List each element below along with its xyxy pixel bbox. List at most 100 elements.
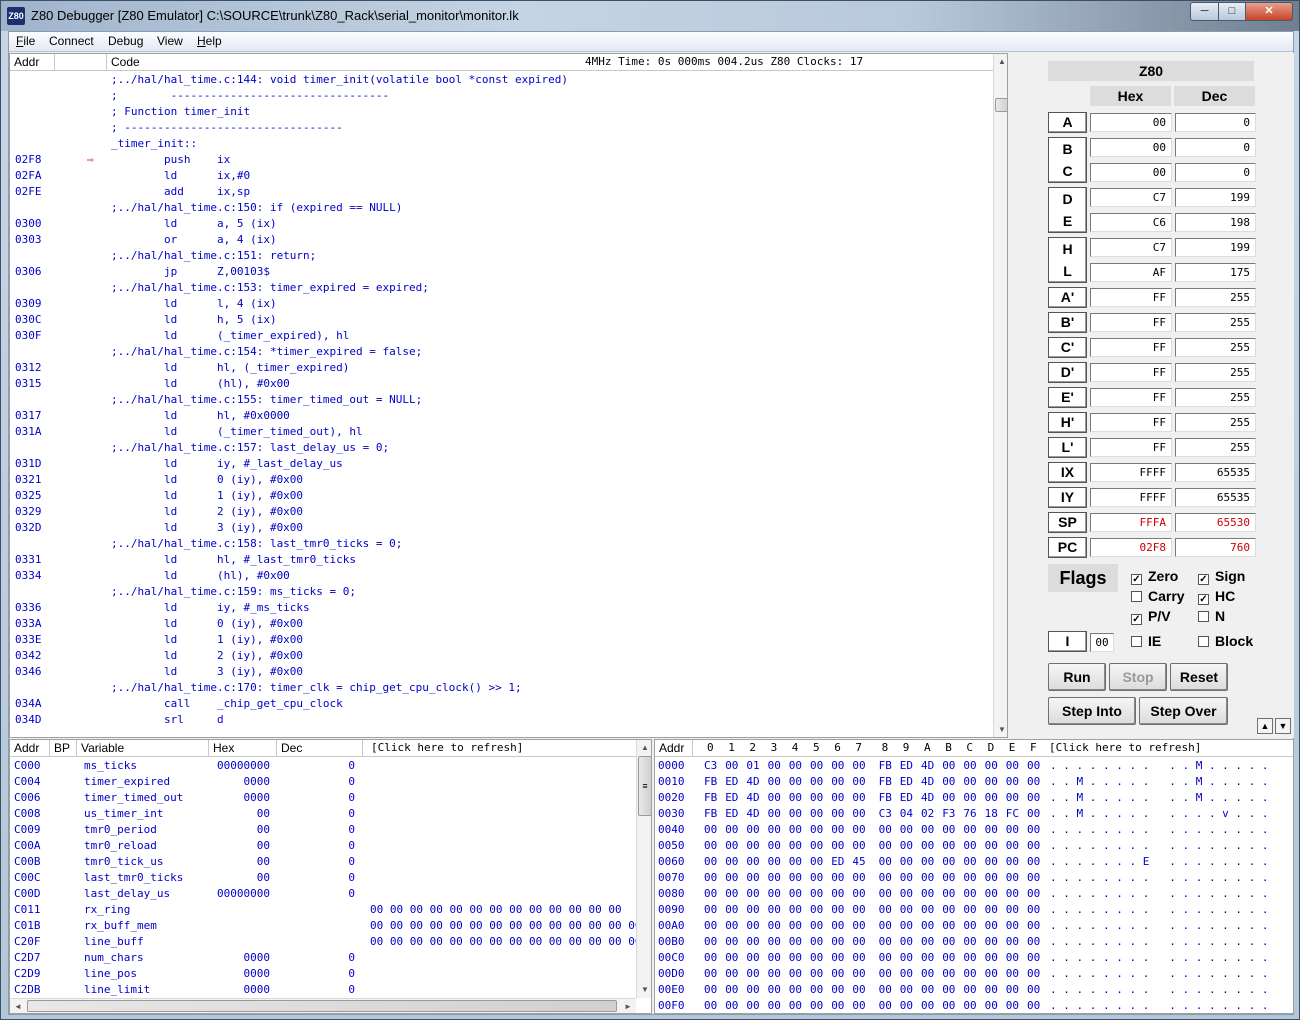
step-into-button[interactable]: Step Into [1048,697,1136,725]
mem-byte[interactable]: 00 [942,838,955,854]
mem-byte[interactable]: 00 [831,838,844,854]
mem-byte[interactable]: 00 [831,870,844,886]
mem-byte[interactable]: 00 [985,998,998,1013]
code-line[interactable]: 0312 ld hl, (_timer_expired) [10,360,995,376]
menu-file[interactable]: File [12,34,39,48]
register-e-dec[interactable]: 198 [1175,213,1256,232]
mem-byte[interactable]: 00 [831,998,844,1013]
mem-byte[interactable]: 00 [746,998,759,1013]
mem-byte[interactable]: 00 [879,870,892,886]
register-pc-hex[interactable]: 02F8 [1090,538,1172,557]
mem-byte[interactable]: 4D [746,790,759,806]
mem-byte[interactable]: 00 [985,870,998,886]
mem-byte[interactable]: 00 [789,966,802,982]
mem-byte[interactable]: 4D [746,806,759,822]
mem-byte[interactable]: 00 [900,870,913,886]
var-refresh-link[interactable]: [Click here to refresh] [363,740,638,757]
mem-byte[interactable]: FB [704,774,717,790]
code-line[interactable]: 0342 ld 2 (iy), #0x00 [10,648,995,664]
mem-byte[interactable]: 00 [1027,790,1040,806]
mem-byte[interactable]: 00 [1006,822,1019,838]
memory-row[interactable]: 00F0 00 00 00 00 00 00 00 00 00 00 00 00 00 00 00 00 . . … [655,998,1293,1013]
mem-byte[interactable]: 00 [768,934,781,950]
mem-byte[interactable]: 00 [704,822,717,838]
flag-pv-checkbox[interactable]: ✓ P/V [1131,607,1171,625]
mem-byte[interactable]: 00 [1006,998,1019,1013]
code-line[interactable]: 0325 ld 1 (iy), #0x00 [10,488,995,504]
register-bp-hex[interactable]: FF [1090,313,1172,332]
mem-byte[interactable]: 00 [921,870,934,886]
memory-row[interactable]: 0030 FB ED 4D 00 00 00 00 00 C3 04 02 F3 76 18 FC 00 . . … [655,806,1293,822]
mem-byte[interactable]: 00 [942,886,955,902]
var-col-hex[interactable]: Hex [209,740,277,757]
register-a-hex[interactable]: 00 [1090,113,1172,132]
mem-byte[interactable]: 00 [1027,758,1040,774]
title-bar[interactable]: Z80 Z80 Debugger [Z80 Emulator] C:\SOURC… [1,1,1299,31]
mem-byte[interactable]: 00 [852,758,865,774]
mem-byte[interactable]: 00 [746,886,759,902]
mem-byte[interactable]: 00 [921,822,934,838]
mem-byte[interactable]: 00 [921,838,934,854]
mem-byte[interactable]: 00 [810,854,823,870]
mem-byte[interactable]: 00 [852,998,865,1013]
register-ap-dec[interactable]: 255 [1175,288,1256,307]
code-line[interactable]: 0300 ld a, 5 (ix) [10,216,995,232]
mem-byte[interactable]: 00 [725,966,738,982]
mem-byte[interactable]: 00 [768,902,781,918]
var-col-variable[interactable]: Variable [77,740,209,757]
mem-byte[interactable]: 00 [879,982,892,998]
mem-byte[interactable]: 00 [852,902,865,918]
code-line[interactable]: 0336 ld iy, #_ms_ticks [10,600,995,616]
memory-row[interactable]: 0000 C3 00 01 00 00 00 00 00 FB ED 4D 00 00 00 00 00. . … [655,758,1293,774]
mem-byte[interactable]: 00 [831,966,844,982]
mem-byte[interactable]: 00 [725,918,738,934]
mem-byte[interactable]: 00 [1006,966,1019,982]
flag-zero-checkbox[interactable]: ✓ Zero [1131,567,1178,585]
code-line[interactable]: 0334 ld (hl), #0x00 [10,568,995,584]
variables-vscrollbar[interactable]: ▲ ≡ ▼ [636,740,651,998]
variables-pane[interactable]: Addr BP Variable Hex Dec [Click here to … [9,739,652,1014]
flag-block-checkbox[interactable]: Block [1198,632,1253,650]
mem-byte[interactable]: ED [725,774,738,790]
code-scrollbar[interactable]: ▲ ▼ [993,54,1007,737]
variable-row[interactable]: C2D9 line_pos 0000 0 [10,966,638,982]
var-scroll-up-arrow[interactable]: ▲ [637,740,651,755]
mem-byte[interactable]: 00 [963,966,976,982]
mem-byte[interactable]: 00 [810,822,823,838]
mem-byte[interactable]: 00 [963,790,976,806]
mem-byte[interactable]: 00 [704,886,717,902]
register-pc-label[interactable]: PC [1048,537,1087,558]
mem-byte[interactable]: 00 [1027,870,1040,886]
mem-byte[interactable]: 00 [725,886,738,902]
mem-byte[interactable]: 00 [879,838,892,854]
code-line[interactable]: 0346 ld 3 (iy), #0x00 [10,664,995,680]
mem-byte[interactable]: 00 [852,982,865,998]
mem-byte[interactable]: 00 [789,790,802,806]
mem-byte[interactable]: 00 [985,950,998,966]
register-l-dec[interactable]: 175 [1175,263,1256,282]
memory-row[interactable]: 0050 00 00 00 00 00 00 00 00 00 00 00 00 00 00 00 00 . . … [655,838,1293,854]
code-line[interactable]: 0321 ld 0 (iy), #0x00 [10,472,995,488]
var-scroll-right-arrow[interactable]: ► [620,999,636,1013]
mem-byte[interactable]: 00 [746,918,759,934]
mem-byte[interactable]: 00 [810,838,823,854]
mem-byte[interactable]: 00 [963,918,976,934]
variable-row[interactable]: C004 timer_expired 0000 0 [10,774,638,790]
mem-byte[interactable]: 76 [963,806,976,822]
mem-byte[interactable]: 00 [963,838,976,854]
mem-byte[interactable]: 00 [1027,966,1040,982]
mem-byte[interactable]: 00 [789,822,802,838]
mem-byte[interactable]: 02 [921,806,934,822]
mem-byte[interactable]: 00 [985,758,998,774]
menu-debug[interactable]: Debug [104,34,147,48]
mem-byte[interactable]: 45 [852,854,865,870]
mem-byte[interactable]: 00 [879,886,892,902]
mem-byte[interactable]: 00 [1027,854,1040,870]
variable-row[interactable]: C00B tmr0_tick_us 00 0 [10,854,638,870]
code-line[interactable]: 0315 ld (hl), #0x00 [10,376,995,392]
memory-row[interactable]: 00D0 00 00 00 00 00 00 00 00 00 00 00 00 00 00 00 00 . . … [655,966,1293,982]
mem-byte[interactable]: 00 [1006,918,1019,934]
mem-byte[interactable]: 00 [985,902,998,918]
mem-byte[interactable]: 00 [942,870,955,886]
mem-byte[interactable]: 00 [985,790,998,806]
